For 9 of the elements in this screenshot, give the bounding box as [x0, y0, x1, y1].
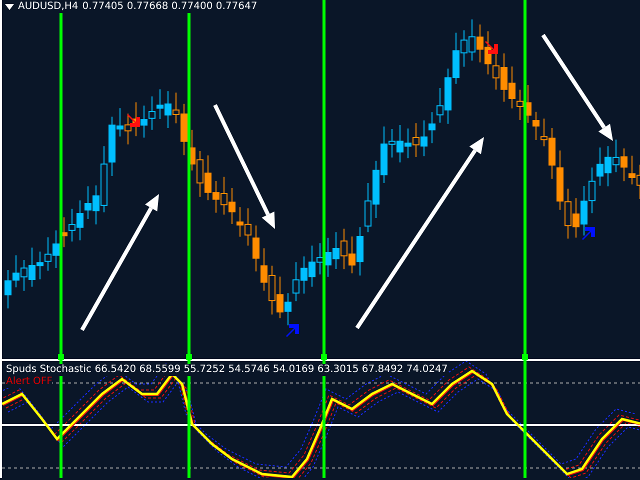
indicator-title: Spuds Stochastic 66.5420 68.5599 55.7252 54.5746 54.0169 63.3015 67.8492 74.0247 [6, 364, 448, 376]
price-quote: 0.77405 0.77668 0.77400 0.77647 [82, 0, 258, 13]
up-arrow-icon [286, 324, 299, 337]
alert-status: Alert OFF [6, 376, 52, 388]
symbol-label: AUDUSD,H4 [18, 0, 78, 13]
down-arrow-icon [127, 114, 140, 127]
dropdown-icon[interactable] [5, 4, 14, 10]
up-arrow-icon [582, 227, 595, 240]
down-arrow-icon [485, 41, 498, 54]
